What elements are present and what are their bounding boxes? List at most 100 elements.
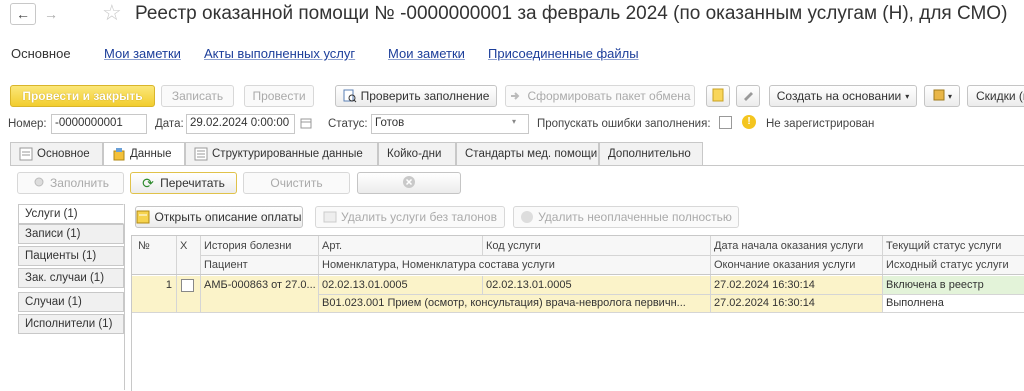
check-document-icon	[343, 89, 357, 103]
header-orig-status[interactable]: Исходный статус услуги	[882, 256, 1024, 274]
back-arrow-icon: ←	[16, 6, 30, 22]
fill-icon	[32, 176, 46, 190]
section-tab-files[interactable]: Присоединенные файлы	[488, 46, 639, 61]
row-inner-divider	[318, 294, 1024, 295]
doc-tab-main-label: Основное	[37, 148, 90, 160]
reread-button[interactable]: ⟳ Перечитать	[130, 172, 237, 194]
print-button[interactable]: ▾	[924, 85, 960, 107]
row-end[interactable]: 27.02.2024 16:30:14	[710, 294, 882, 312]
doc-tab-bed-days[interactable]: Койко-дни	[378, 142, 456, 166]
side-tab-performers[interactable]: Исполнители (1)	[18, 314, 124, 334]
chevron-down-icon: ▾	[947, 91, 952, 101]
edit-button[interactable]	[736, 85, 760, 107]
row-art[interactable]: 02.02.13.01.0005	[318, 276, 482, 294]
header-history[interactable]: История болезни	[200, 237, 318, 255]
side-tab-services[interactable]: Услуги (1)	[18, 204, 124, 224]
section-tab-main[interactable]: Основное	[11, 46, 71, 61]
discounts-button[interactable]: Скидки (к	[967, 85, 1024, 107]
status-dropdown-icon[interactable]: ▾	[512, 117, 516, 126]
row-checkbox[interactable]	[181, 279, 194, 292]
row-status[interactable]: Включена в реестр	[882, 276, 1024, 294]
row-nomenclature[interactable]: В01.023.001 Прием (осмотр, консультация)…	[318, 294, 710, 312]
post-button[interactable]: Провести	[244, 85, 314, 107]
reread-label: Перечитать	[160, 176, 225, 190]
col-divider	[482, 236, 483, 255]
fill-button[interactable]: Заполнить	[17, 172, 124, 194]
open-payment-button[interactable]: Открыть описание оплаты	[135, 206, 303, 228]
post-and-close-button[interactable]: Провести и закрыть	[10, 85, 155, 107]
header-art[interactable]: Арт.	[318, 237, 482, 255]
side-tabs-border	[124, 204, 125, 390]
row-code[interactable]: 02.02.13.01.0005	[482, 276, 710, 294]
row-bottom-border	[132, 312, 1024, 313]
check-fill-button[interactable]: Проверить заполнение	[335, 85, 497, 107]
delete-no-tickets-button[interactable]: Удалить услуги без талонов	[315, 206, 505, 228]
forward-arrow-icon: →	[44, 6, 58, 22]
header-status[interactable]: Текущий статус услуги	[882, 237, 1024, 255]
row-history[interactable]: АМБ-000863 от 27.0...	[200, 276, 318, 294]
delete-list-icon	[323, 210, 337, 224]
doc-tab-data-label: Данные	[130, 148, 172, 160]
payment-doc-icon	[136, 210, 150, 224]
header-row-divider	[200, 255, 1024, 256]
number-label: Номер:	[8, 118, 47, 130]
form-packet-button[interactable]: Сформировать пакет обмена	[505, 85, 695, 107]
forward-button[interactable]: →	[38, 3, 64, 25]
calendar-icon[interactable]	[299, 115, 313, 131]
header-code[interactable]: Код услуги	[482, 237, 710, 255]
doc-tab-standards[interactable]: Стандарты мед. помощи	[456, 142, 599, 166]
row-patient[interactable]	[200, 294, 318, 312]
export-icon	[509, 89, 523, 103]
save-button[interactable]: Записать	[161, 85, 234, 107]
side-tab-closed-cases[interactable]: Зак. случаи (1)	[18, 268, 124, 288]
header-end[interactable]: Окончание оказания услуги	[710, 256, 882, 274]
side-tab-patients[interactable]: Пациенты (1)	[18, 246, 124, 266]
header-patient[interactable]: Пациент	[200, 256, 318, 274]
row-orig-status[interactable]: Выполнена	[882, 294, 1024, 312]
header-start[interactable]: Дата начала оказания услуги	[710, 237, 882, 255]
side-tab-records[interactable]: Записи (1)	[18, 224, 124, 244]
create-based-on-label: Создать на основании	[776, 89, 902, 103]
form-icon	[19, 147, 33, 161]
skip-errors-label: Пропускать ошибки заполнения:	[537, 118, 711, 130]
row-start[interactable]: 27.02.2024 16:30:14	[710, 276, 882, 294]
delete-no-tickets-label: Удалить услуги без талонов	[341, 210, 497, 224]
form-packet-label: Сформировать пакет обмена	[527, 89, 691, 103]
clear-button[interactable]: Очистить	[243, 172, 350, 194]
section-tab-notes-2[interactable]: Мои заметки	[388, 46, 465, 61]
data-icon	[112, 147, 126, 161]
back-button[interactable]: ←	[10, 3, 36, 25]
date-field[interactable]: 29.02.2024 0:00:00	[186, 114, 295, 134]
doc-tab-main[interactable]: Основное	[10, 142, 103, 166]
skip-errors-checkbox[interactable]	[719, 116, 732, 129]
doc-tab-structured[interactable]: Структурированные данные	[185, 142, 378, 166]
warning-icon: !	[742, 115, 756, 129]
header-nomenclature[interactable]: Номенклатура, Номенклатура состава услуг…	[318, 256, 710, 274]
delete-unpaid-label: Удалить неоплаченные полностью	[538, 210, 732, 224]
doc-tab-data[interactable]: Данные	[103, 142, 185, 166]
status-field[interactable]: Готов	[371, 114, 529, 134]
row-num: 1	[165, 279, 172, 291]
side-tab-cases[interactable]: Случаи (1)	[18, 292, 124, 312]
page-title: Реестр оказанной помощи № -0000000001 за…	[135, 3, 1008, 24]
section-tab-acts[interactable]: Акты выполненных услуг	[204, 46, 355, 61]
favorite-star-icon[interactable]: ☆	[102, 0, 122, 26]
doc-tab-additional[interactable]: Дополнительно	[599, 142, 703, 166]
tabs-divider	[10, 165, 1024, 166]
cancel-button[interactable]	[357, 172, 461, 194]
col-divider	[482, 276, 483, 294]
date-label: Дата:	[155, 118, 184, 130]
note-button[interactable]	[706, 85, 730, 107]
header-x[interactable]: X	[176, 237, 200, 255]
number-field[interactable]: -0000000001	[51, 114, 147, 134]
create-based-on-button[interactable]: Создать на основании ▾	[769, 85, 917, 107]
fill-label: Заполнить	[50, 176, 109, 190]
structure-icon	[194, 147, 208, 161]
note-icon	[711, 88, 725, 105]
doc-tab-structured-label: Структурированные данные	[212, 148, 363, 160]
delete-unpaid-button[interactable]: Удалить неоплаченные полностью	[513, 206, 739, 228]
section-tab-notes[interactable]: Мои заметки	[104, 46, 181, 61]
header-num[interactable]: №	[134, 237, 178, 255]
check-fill-label: Проверить заполнение	[360, 89, 490, 103]
print-icon	[932, 88, 946, 105]
